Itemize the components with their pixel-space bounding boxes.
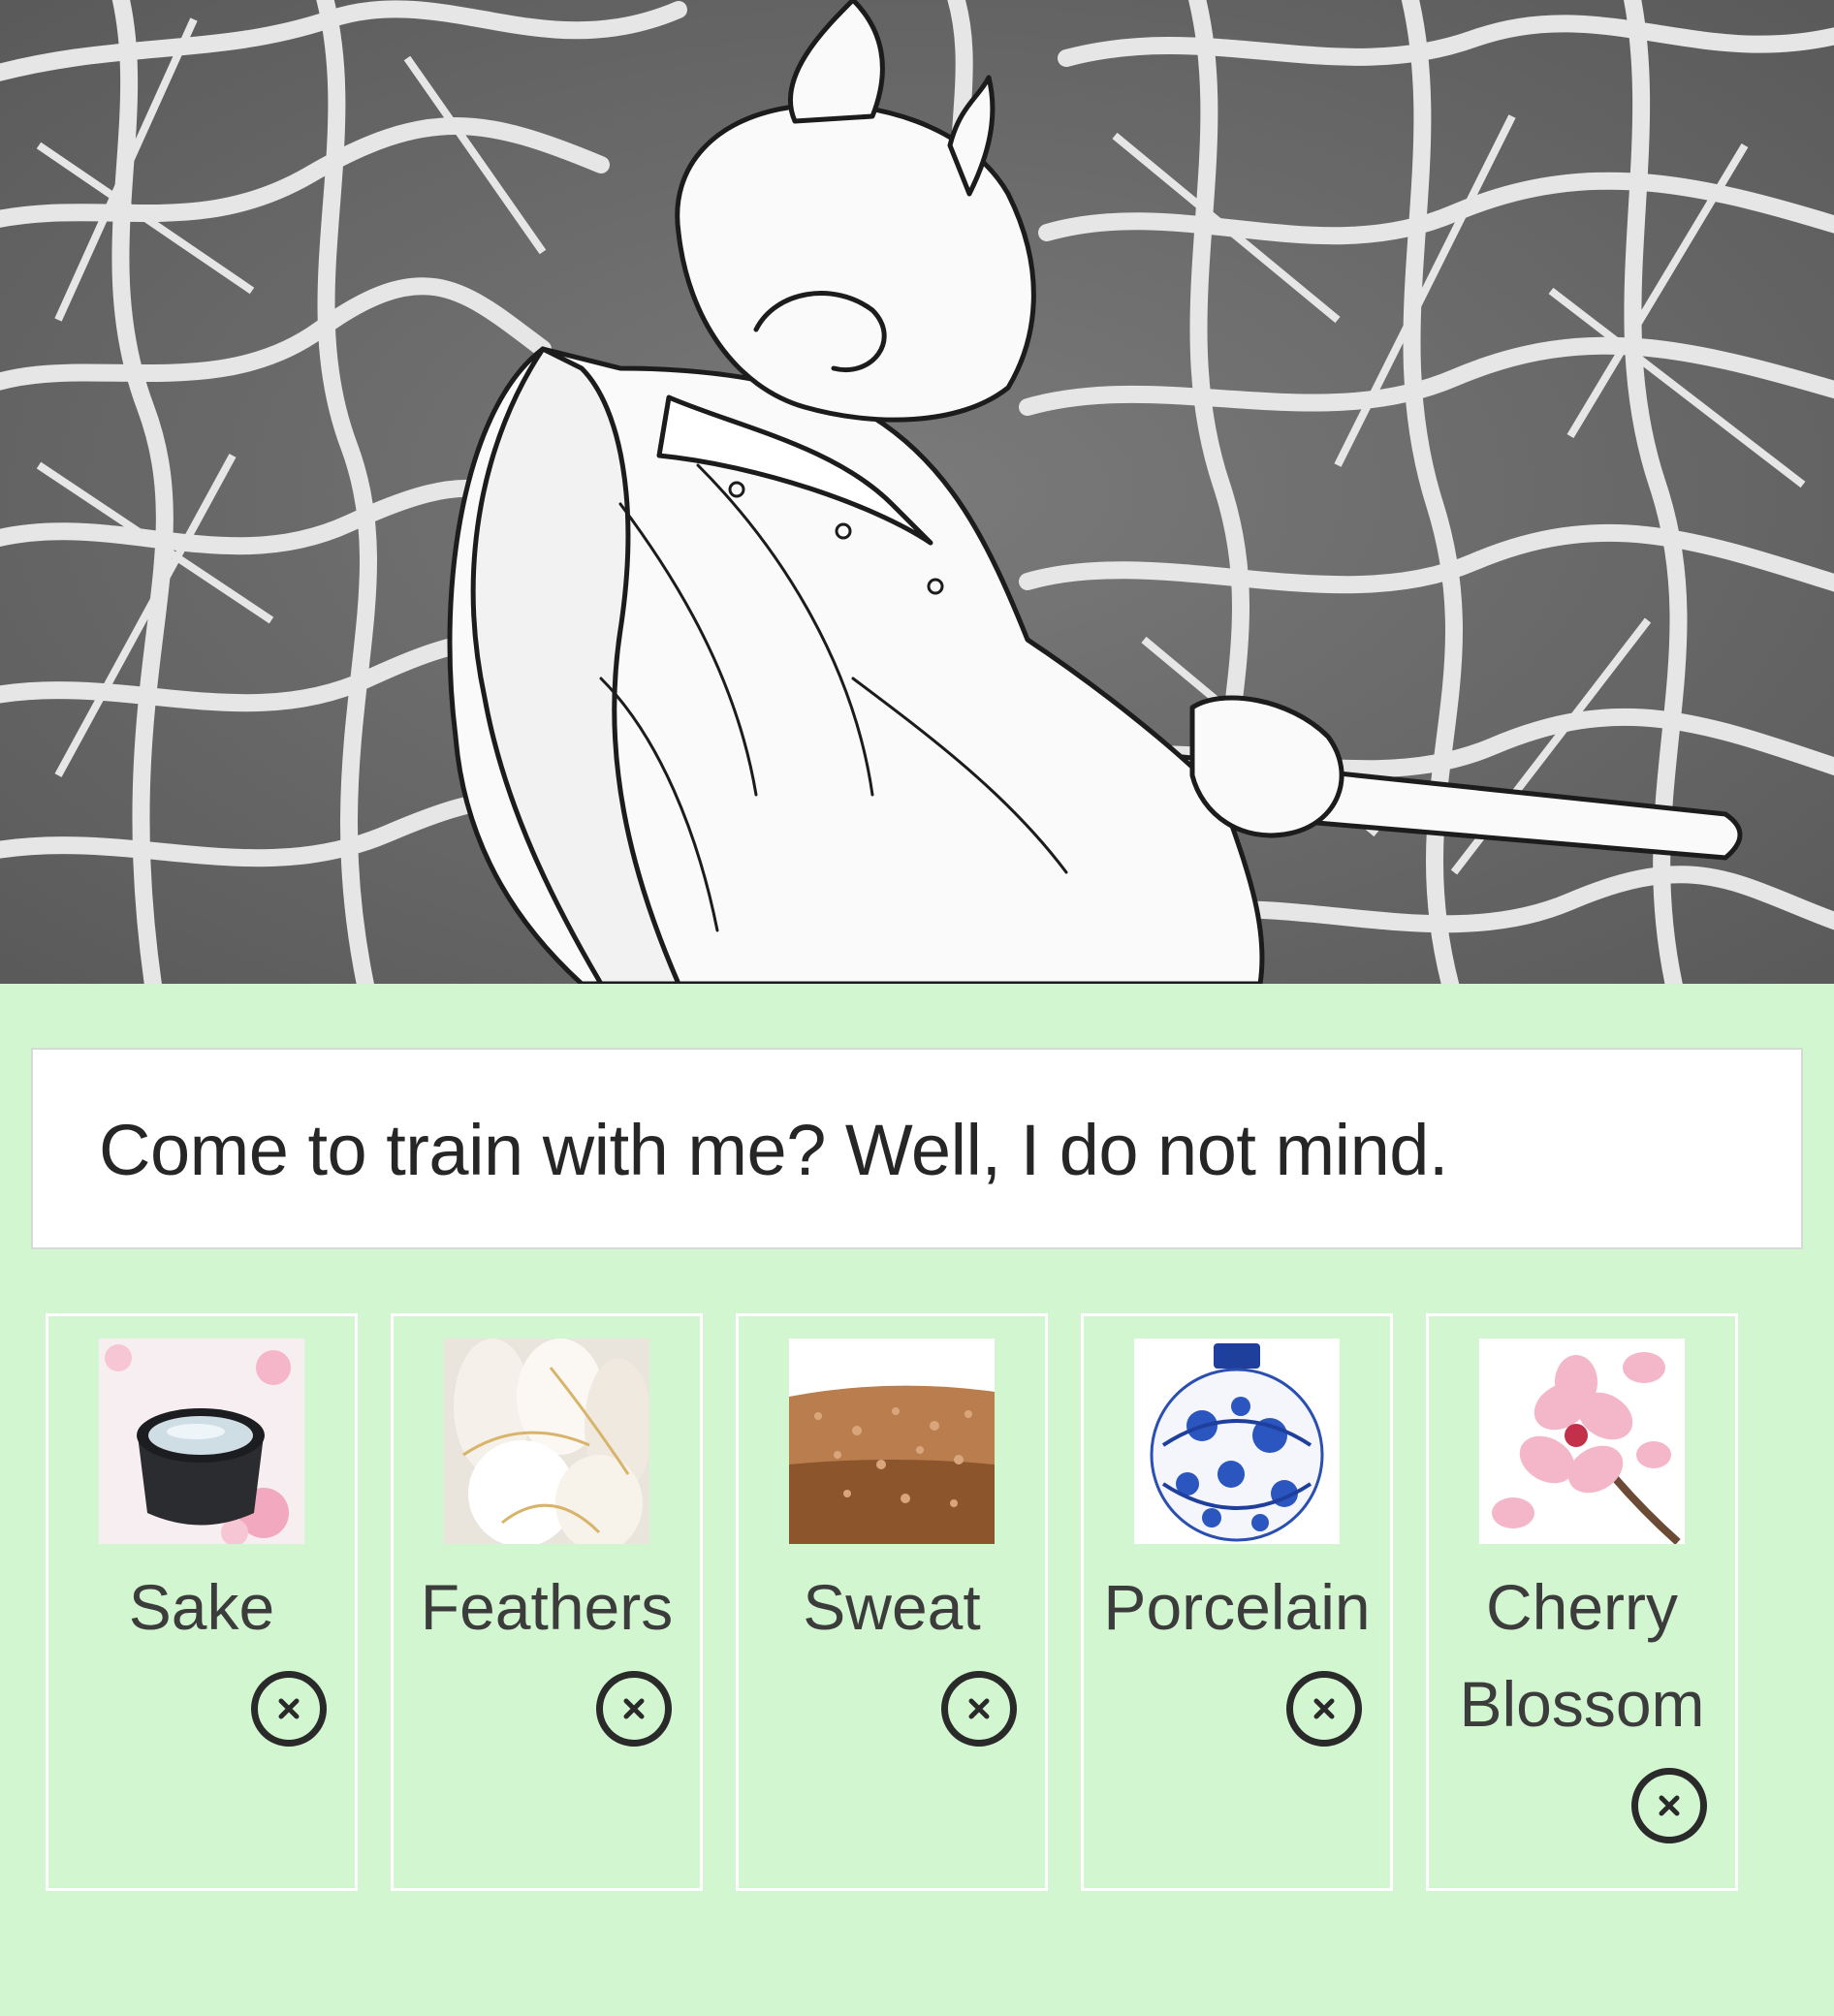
ingredient-label: Porcelain — [1103, 1571, 1371, 1643]
close-circle-icon[interactable] — [251, 1671, 327, 1747]
close-circle-icon[interactable] — [1631, 1768, 1707, 1843]
ingredient-card-feathers[interactable]: Feathers — [391, 1313, 703, 1891]
ingredient-card-sake[interactable]: Sake — [46, 1313, 358, 1891]
ingredient-card-sweat[interactable]: Sweat — [736, 1313, 1048, 1891]
ingredient-label: Feathers — [420, 1571, 674, 1643]
sake-cup-image — [99, 1339, 304, 1544]
close-circle-icon[interactable] — [596, 1671, 672, 1747]
feathers-image — [444, 1339, 649, 1544]
scene-illustration — [0, 0, 1834, 984]
ingredient-card-porcelain[interactable]: Porcelain — [1081, 1313, 1393, 1891]
cherry-blossom-image — [1479, 1339, 1685, 1544]
dialogue-text: Come to train with me? Well, I do not mi… — [99, 1110, 1448, 1190]
ingredient-label: Cherry Blossom — [1459, 1571, 1705, 1740]
sweat-skin-image — [789, 1339, 995, 1544]
dialogue-box: Come to train with me? Well, I do not mi… — [31, 1048, 1803, 1249]
ingredient-card-cherry-blossom[interactable]: Cherry Blossom — [1426, 1313, 1738, 1891]
porcelain-vase-image — [1134, 1339, 1340, 1544]
ingredient-label: Sweat — [803, 1571, 981, 1643]
ingredient-label: Sake — [128, 1571, 275, 1643]
character-scene — [0, 0, 1834, 984]
close-circle-icon[interactable] — [1286, 1671, 1362, 1747]
close-circle-icon[interactable] — [941, 1671, 1017, 1747]
